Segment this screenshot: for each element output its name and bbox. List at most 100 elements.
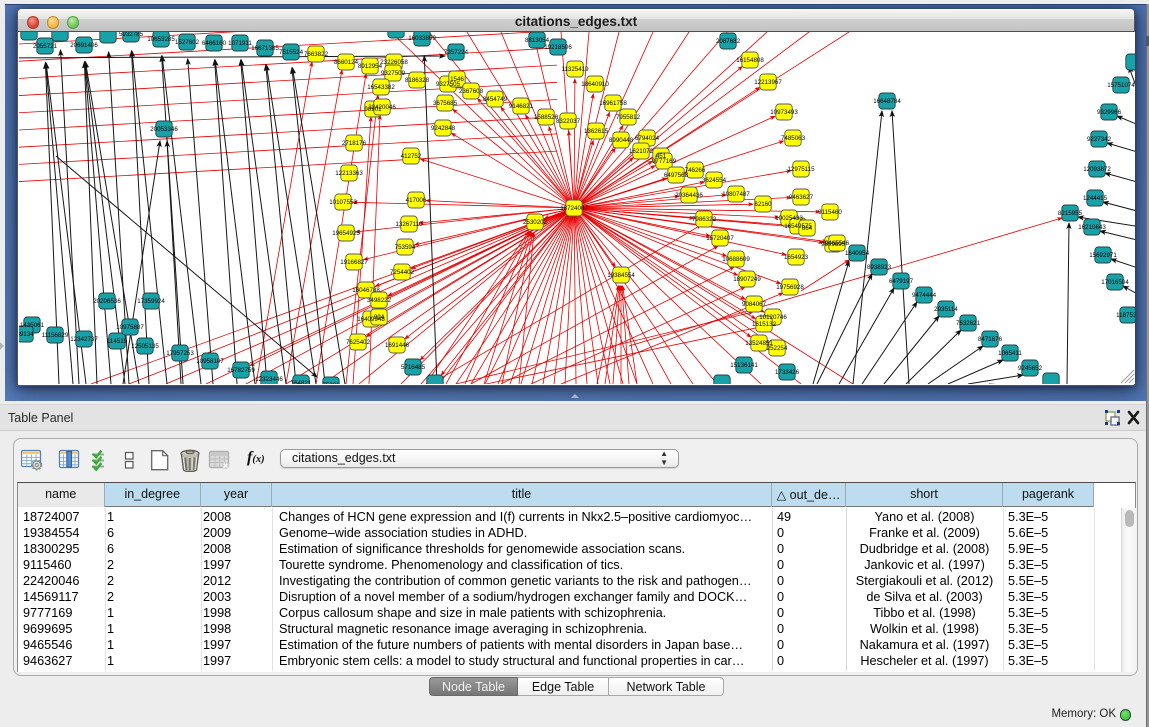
svg-text:3675685: 3675685 xyxy=(433,100,458,107)
svg-text:7663822: 7663822 xyxy=(304,51,329,58)
svg-text:417006: 417006 xyxy=(406,197,427,204)
svg-text:1362615: 1362615 xyxy=(584,128,609,135)
svg-text:1527602: 1527602 xyxy=(175,39,200,46)
svg-text:1244415: 1244415 xyxy=(1083,195,1108,202)
svg-text:114519: 114519 xyxy=(107,338,128,345)
svg-text:2530202: 2530202 xyxy=(523,219,548,226)
svg-text:8990448: 8990448 xyxy=(609,137,634,144)
svg-text:8660124: 8660124 xyxy=(334,59,359,66)
svg-text:5932785: 5932785 xyxy=(119,32,144,38)
svg-text:9084067: 9084067 xyxy=(742,301,767,308)
svg-text:2367608: 2367608 xyxy=(459,88,484,95)
svg-text:16210643: 16210643 xyxy=(1078,224,1106,231)
svg-text:62160: 62160 xyxy=(754,201,772,208)
svg-text:23226058: 23226058 xyxy=(380,59,408,66)
svg-text:1065411: 1065411 xyxy=(998,350,1022,357)
svg-text:1621072: 1621072 xyxy=(629,148,654,155)
svg-text:9242848: 9242848 xyxy=(431,125,456,132)
svg-text:1615132: 1615132 xyxy=(752,321,777,328)
svg-text:19756928: 19756928 xyxy=(776,284,804,291)
svg-text:7986322: 7986322 xyxy=(692,216,717,223)
svg-text:1640954: 1640954 xyxy=(845,250,870,257)
svg-text:18640910: 18640910 xyxy=(581,81,609,88)
svg-text:12093872: 12093872 xyxy=(1083,166,1111,173)
svg-text:412752: 412752 xyxy=(401,153,422,160)
svg-text:8912954: 8912954 xyxy=(358,63,383,70)
svg-text:7632621: 7632621 xyxy=(956,320,981,327)
svg-text:11156829: 11156829 xyxy=(42,332,69,339)
svg-text:15136141: 15136141 xyxy=(730,362,758,369)
svg-text:11325419: 11325419 xyxy=(561,66,589,73)
svg-text:20691406: 20691406 xyxy=(70,42,98,49)
svg-text:75391: 75391 xyxy=(322,382,340,384)
svg-text:10120746: 10120746 xyxy=(759,314,787,321)
svg-text:12323446: 12323446 xyxy=(255,376,283,383)
svg-text:10688609: 10688609 xyxy=(722,256,750,263)
svg-text:9465546: 9465546 xyxy=(825,240,850,247)
svg-text:2055721: 2055721 xyxy=(33,43,58,50)
svg-text:1654923: 1654923 xyxy=(784,254,809,261)
svg-text:1071911: 1071911 xyxy=(228,40,252,47)
svg-text:15720407: 15720407 xyxy=(706,235,734,242)
svg-text:3498222: 3498222 xyxy=(367,297,392,304)
svg-text:10975887: 10975887 xyxy=(116,324,144,331)
svg-text:6794024: 6794024 xyxy=(635,135,660,142)
svg-text:16671385: 16671385 xyxy=(251,45,279,52)
svg-text:9146821: 9146821 xyxy=(509,103,534,110)
svg-text:12213363: 12213363 xyxy=(335,170,363,177)
svg-text:12505135: 12505135 xyxy=(131,343,159,350)
svg-text:10025433: 10025433 xyxy=(775,215,803,222)
svg-text:9329966: 9329966 xyxy=(1097,109,1122,116)
svg-text:7485063: 7485063 xyxy=(781,135,806,142)
svg-text:16961758: 16961758 xyxy=(599,100,627,107)
svg-text:1733426: 1733426 xyxy=(775,369,800,376)
svg-text:19654925: 19654925 xyxy=(332,230,360,237)
svg-text:10958107: 10958107 xyxy=(196,358,224,365)
svg-text:19218506: 19218506 xyxy=(544,44,572,51)
svg-text:9115460: 9115460 xyxy=(818,209,842,216)
svg-text:17016504: 17016504 xyxy=(1101,279,1129,286)
svg-text:12213967: 12213967 xyxy=(754,79,782,86)
svg-text:753594: 753594 xyxy=(395,244,416,251)
svg-text:10807487: 10807487 xyxy=(722,191,750,198)
svg-text:22420046: 22420046 xyxy=(368,104,396,111)
svg-text:5716485: 5716485 xyxy=(401,364,426,371)
svg-text:1588520: 1588520 xyxy=(534,114,559,121)
svg-text:9327509: 9327509 xyxy=(381,70,406,77)
svg-text:1435061: 1435061 xyxy=(20,322,45,329)
svg-text:864: 864 xyxy=(802,225,813,232)
svg-text:16154808: 16154808 xyxy=(736,57,764,64)
svg-text:8186328: 8186328 xyxy=(405,77,430,84)
svg-text:13267110: 13267110 xyxy=(395,221,423,228)
svg-text:16782759: 16782759 xyxy=(227,367,255,374)
svg-text:8938923: 8938923 xyxy=(867,264,892,271)
svg-text:15751074: 15751074 xyxy=(1107,82,1135,89)
svg-text:9227342: 9227342 xyxy=(1087,136,1112,143)
svg-text:8322037: 8322037 xyxy=(556,118,581,125)
svg-text:6497568: 6497568 xyxy=(664,172,689,179)
svg-text:12342737: 12342737 xyxy=(70,336,98,343)
svg-text:6479197: 6479197 xyxy=(889,278,914,285)
svg-text:39134: 39134 xyxy=(19,331,34,338)
svg-text:16648784: 16648784 xyxy=(873,98,901,105)
svg-text:16033809: 16033809 xyxy=(408,35,436,42)
svg-text:10653285: 10653285 xyxy=(147,36,175,43)
svg-text:10973493: 10973493 xyxy=(770,109,798,116)
svg-text:7515524: 7515524 xyxy=(279,49,304,56)
svg-text:252254: 252254 xyxy=(767,345,788,352)
svg-text:7254402: 7254402 xyxy=(390,269,415,276)
svg-text:1691446: 1691446 xyxy=(385,342,410,349)
svg-text:9474444: 9474444 xyxy=(912,292,937,299)
svg-text:19166827: 19166827 xyxy=(340,259,368,266)
svg-text:18907249: 18907249 xyxy=(733,276,761,283)
svg-text:18724007: 18724007 xyxy=(560,205,588,212)
svg-text:164821: 164821 xyxy=(291,380,312,384)
svg-text:2087682: 2087682 xyxy=(716,38,741,45)
svg-text:6466160: 6466160 xyxy=(202,40,227,47)
svg-text:9777169: 9777169 xyxy=(652,158,677,165)
svg-text:12975115: 12975115 xyxy=(787,166,815,173)
svg-text:8471676: 8471676 xyxy=(978,336,1003,343)
svg-text:7625402: 7625402 xyxy=(346,339,371,346)
svg-text:8454749: 8454749 xyxy=(483,96,508,103)
svg-text:17359924: 17359924 xyxy=(137,298,165,305)
